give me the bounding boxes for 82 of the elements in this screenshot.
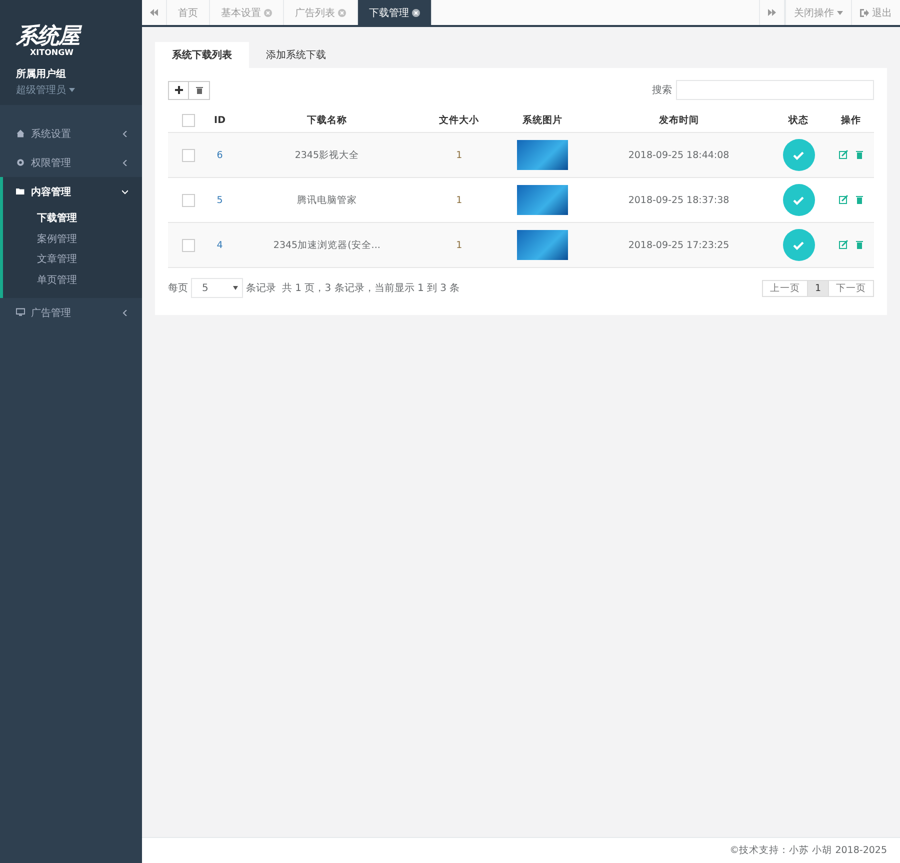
table-cell: 4 [216, 240, 223, 250]
chevron-icon [122, 130, 128, 136]
status-toggle[interactable] [782, 139, 815, 171]
table-cell: 1 [456, 150, 462, 160]
logout-icon [860, 8, 869, 16]
folder-icon [16, 187, 25, 196]
table-cell: 2018-09-25 18:37:38 [628, 194, 730, 206]
caret-icon [69, 88, 75, 92]
content-tab[interactable]: 添加系统下载 [249, 42, 343, 68]
user-group-label: 所属用户组 [16, 67, 67, 81]
column-header: 发布时间 [658, 114, 699, 126]
table-cell: 5 [216, 194, 223, 206]
per-page-select[interactable]: 5 [191, 278, 243, 298]
menu-item[interactable]: 权限管理 [0, 148, 142, 177]
submenu-item[interactable]: 下载管理 [37, 208, 77, 228]
table-cell: 2018-09-25 18:44:08 [628, 150, 730, 160]
records-label: 条记录 [246, 282, 276, 295]
edit-icon[interactable] [839, 150, 848, 160]
column-header: 状态 [788, 114, 809, 126]
trash-icon [196, 86, 202, 94]
status-toggle[interactable] [782, 184, 815, 216]
home-icon [16, 129, 25, 138]
submenu-item[interactable]: 单页管理 [37, 270, 77, 290]
monitor-icon [16, 308, 25, 317]
search-field[interactable] [676, 80, 874, 100]
logout-button[interactable]: 退出 [851, 0, 900, 25]
caret-icon [837, 10, 843, 14]
select-all-checkbox[interactable] [182, 114, 194, 126]
delete-icon[interactable] [856, 195, 864, 204]
page-button[interactable]: 1 [808, 280, 829, 296]
photo-placeholder [516, 185, 568, 215]
chevron-icon [122, 310, 128, 316]
column-header: ID [214, 114, 226, 126]
caret-icon [233, 286, 238, 290]
table-cell: 1 [456, 194, 462, 206]
close-icon[interactable] [412, 8, 420, 16]
chevron-icon [122, 160, 128, 166]
row-checkbox[interactable] [182, 194, 194, 206]
per-page-label: 每页 [168, 282, 188, 295]
column-header: 下载名称 [306, 114, 347, 126]
page-tab[interactable]: 下载管理 [358, 0, 432, 25]
role-dropdown[interactable]: 超级管理员 [16, 83, 126, 97]
row-checkbox[interactable] [182, 238, 194, 252]
table-cell: 6 [216, 150, 223, 160]
plus-icon [174, 86, 182, 94]
check-icon [793, 240, 804, 250]
column-header: 操作 [841, 114, 862, 126]
close-menu-dropdown[interactable]: 关闭操作 [785, 0, 851, 25]
table-cell: 2345加速浏览器(安全... [273, 240, 380, 250]
check-icon [793, 196, 804, 204]
photo-placeholder [516, 230, 568, 260]
chevron-icon [122, 188, 128, 194]
gear-icon [16, 158, 25, 167]
menu-item[interactable]: 广告管理 [0, 298, 142, 327]
status-toggle[interactable] [782, 229, 815, 261]
submenu-item[interactable]: 文章管理 [37, 249, 77, 270]
search-label: 搜索 [652, 84, 672, 97]
delete-button[interactable] [189, 80, 210, 100]
table-cell: 1 [456, 240, 462, 250]
column-header: 系统图片 [522, 114, 562, 126]
add-button[interactable] [168, 80, 189, 100]
edit-icon[interactable] [839, 195, 848, 204]
table-cell: 腾讯电脑管家 [296, 194, 357, 206]
photo-placeholder [516, 140, 568, 170]
table-cell: 2345影视大全 [294, 150, 359, 160]
menu-item[interactable]: 系统设置 [0, 119, 142, 148]
delete-icon[interactable] [856, 240, 864, 250]
menu-item[interactable]: 内容管理 [0, 177, 142, 206]
check-icon [793, 150, 804, 160]
scroll-right-icon[interactable] [759, 0, 785, 25]
column-header: 文件大小 [439, 114, 480, 126]
pagination-summary: 共 1 页，3 条记录，当前显示 1 到 3 条 [282, 282, 460, 295]
content-tab[interactable]: 系统下载列表 [155, 42, 249, 68]
page-button[interactable]: 下一页 [829, 280, 874, 296]
footer-text: ©技术支持：小苏 小胡 2018-2025 [730, 844, 887, 857]
logo-drawing: 系统屋 XITONGW [16, 26, 126, 57]
row-checkbox[interactable] [182, 148, 194, 162]
edit-icon[interactable] [839, 240, 848, 250]
submenu-item[interactable]: 案例管理 [37, 228, 77, 249]
delete-icon[interactable] [856, 150, 864, 160]
table-cell: 2018-09-25 17:23:25 [628, 240, 730, 250]
page-button[interactable]: 上一页 [762, 280, 808, 296]
